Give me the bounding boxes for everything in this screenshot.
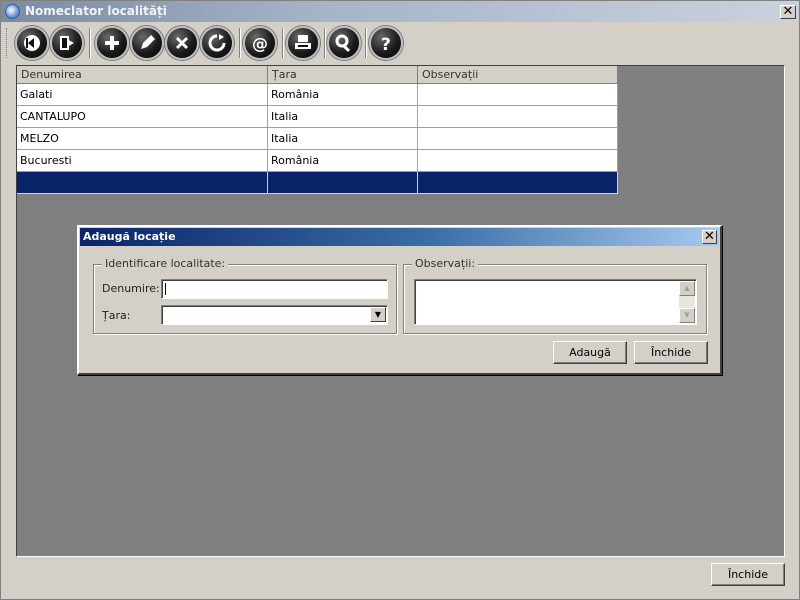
table-row[interactable]: Galati România <box>17 84 618 106</box>
toolbar-separator <box>239 28 241 58</box>
toolbar-grip[interactable] <box>6 28 9 58</box>
search-icon <box>335 34 351 53</box>
svg-text:@: @ <box>252 34 268 53</box>
refresh-icon <box>208 34 226 52</box>
chevron-down-icon[interactable]: ▼ <box>370 307 386 322</box>
cell-country[interactable]: Italia <box>268 128 418 150</box>
cell-notes[interactable] <box>418 172 618 194</box>
edit-button[interactable] <box>130 26 164 60</box>
country-select[interactable]: ▼ <box>161 305 388 325</box>
globe-icon <box>5 4 20 19</box>
location-group: Identificare localitate: Denumire: Țara:… <box>93 257 397 334</box>
scroll-down-icon[interactable]: ▼ <box>679 308 695 323</box>
toolbar: @ ? <box>3 24 797 62</box>
add-icon <box>105 36 119 50</box>
country-label: Țara: <box>102 309 131 322</box>
delete-icon <box>176 37 188 49</box>
dialog-title: Adaugă locație <box>83 230 176 243</box>
window-title: Nomeclator localități <box>25 4 167 18</box>
print-button[interactable] <box>286 26 320 60</box>
grid-header: Denumirea Țara Observații <box>17 66 618 84</box>
column-header-country[interactable]: Țara <box>268 66 418 84</box>
svg-text:?: ? <box>381 35 391 53</box>
toolbar-separator <box>282 28 284 58</box>
print-icon <box>295 35 311 49</box>
dialog-title-bar[interactable]: Adaugă locație ✕ <box>80 228 719 246</box>
main-close-button[interactable]: Închide <box>711 563 785 586</box>
cell-notes[interactable] <box>418 128 618 150</box>
notes-group-legend: Observații: <box>412 257 479 270</box>
new-row-selected[interactable] <box>17 172 618 194</box>
cell-country[interactable]: Italia <box>268 106 418 128</box>
search-button[interactable] <box>327 26 361 60</box>
name-field[interactable] <box>161 279 388 299</box>
refresh-button[interactable] <box>200 26 234 60</box>
notes-group: Observații: ▲ ▼ <box>403 257 707 334</box>
text-caret <box>165 283 166 295</box>
column-header-name[interactable]: Denumirea <box>17 66 268 84</box>
cell-country[interactable]: România <box>268 150 418 172</box>
cell-name[interactable]: Galati <box>17 84 268 106</box>
notes-textarea[interactable]: ▲ ▼ <box>414 279 697 325</box>
cell-name[interactable]: MELZO <box>17 128 268 150</box>
cell-country[interactable]: România <box>268 84 418 106</box>
notes-scrollbar[interactable]: ▲ ▼ <box>679 281 695 323</box>
dialog-close-button[interactable]: Închide <box>634 341 708 364</box>
help-button[interactable]: ? <box>369 26 403 60</box>
table-row[interactable]: CANTALUPO Italia <box>17 106 618 128</box>
localities-grid: Denumirea Țara Observații Galati România… <box>17 66 618 194</box>
cell-name[interactable] <box>17 172 268 194</box>
add-button[interactable] <box>95 26 129 60</box>
cell-notes[interactable] <box>418 84 618 106</box>
edit-icon <box>141 35 155 49</box>
exit-icon <box>60 36 74 50</box>
cell-country[interactable] <box>268 172 418 194</box>
help-icon: ? <box>381 35 391 53</box>
title-bar[interactable]: Nomeclator localități ✕ <box>1 1 799 22</box>
add-button[interactable]: Adaugă <box>553 341 627 364</box>
toolbar-separator <box>324 28 326 58</box>
cell-notes[interactable] <box>418 150 618 172</box>
toolbar-separator <box>89 28 91 58</box>
delete-button[interactable] <box>165 26 199 60</box>
exit-button[interactable] <box>50 26 84 60</box>
first-record-button[interactable] <box>15 26 49 60</box>
table-row[interactable]: Bucuresti România <box>17 150 618 172</box>
dialog-close-icon[interactable]: ✕ <box>702 230 717 244</box>
scroll-up-icon[interactable]: ▲ <box>679 281 695 296</box>
table-row[interactable]: MELZO Italia <box>17 128 618 150</box>
toolbar-separator <box>365 28 367 58</box>
location-group-legend: Identificare localitate: <box>102 257 229 270</box>
email-button[interactable]: @ <box>243 26 277 60</box>
first-icon <box>24 35 40 51</box>
cell-name[interactable]: CANTALUPO <box>17 106 268 128</box>
name-label: Denumire: <box>102 282 160 295</box>
cell-name[interactable]: Bucuresti <box>17 150 268 172</box>
add-location-dialog: Adaugă locație ✕ Identificare localitate… <box>77 225 722 375</box>
email-icon: @ <box>252 34 268 53</box>
window-close-button[interactable]: ✕ <box>780 5 796 19</box>
column-header-notes[interactable]: Observații <box>418 66 618 84</box>
cell-notes[interactable] <box>418 106 618 128</box>
